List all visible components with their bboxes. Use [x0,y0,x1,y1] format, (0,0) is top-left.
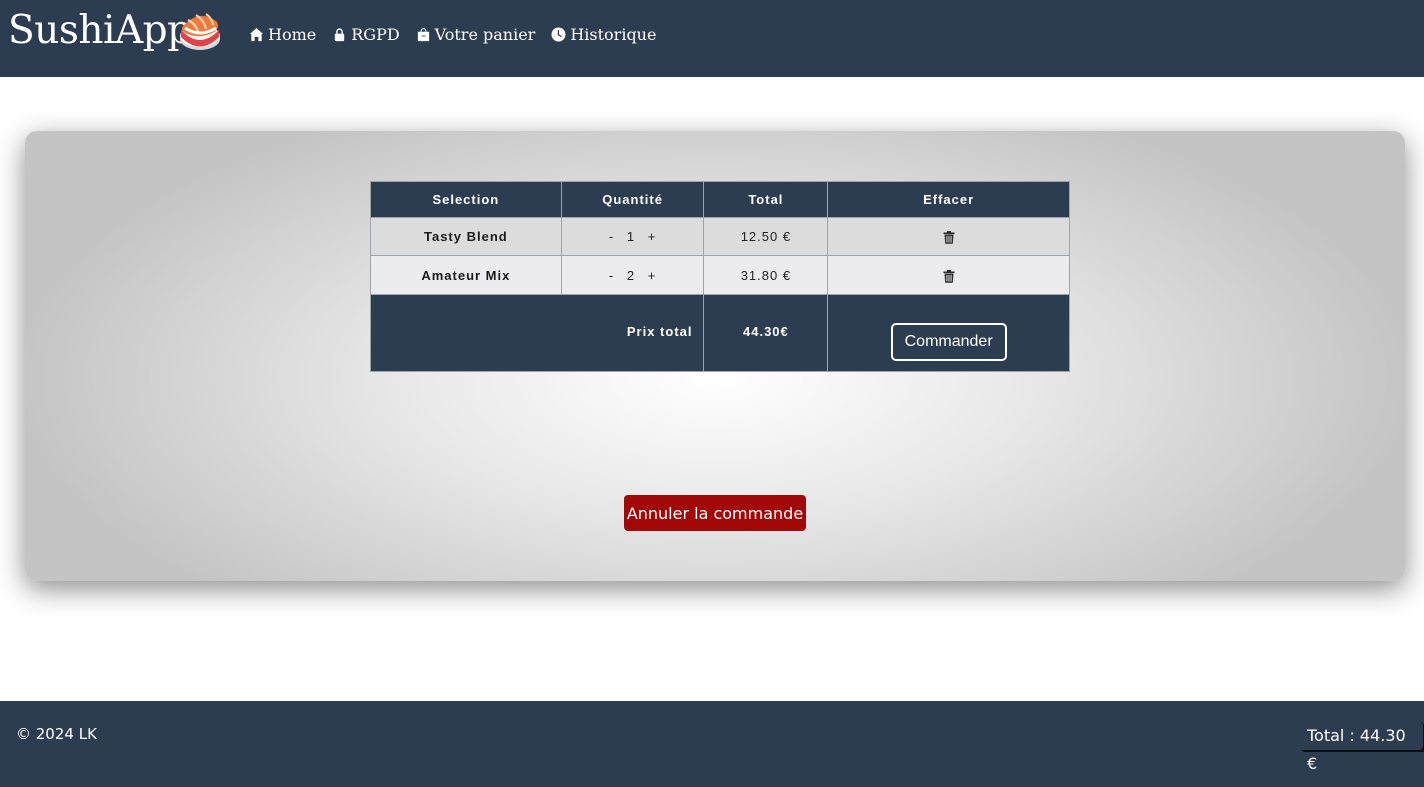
sushi-logo-icon [180,13,220,50]
col-quantity: Quantité [560,181,705,218]
brand-title[interactable]: SushiApp [8,6,192,56]
nav-home[interactable]: Home [249,25,316,44]
item-name: Amateur Mix [370,255,562,295]
increase-quantity-button[interactable]: + [644,268,661,283]
increase-quantity-button[interactable]: + [644,229,661,244]
home-icon [249,27,264,42]
clock-icon [551,27,566,42]
top-navbar: SushiApp Home RGPD Votre panier Historiq… [0,0,1424,77]
nav-home-label: Home [268,25,317,44]
nav-history-label: Historique [570,25,657,44]
total-price-label: Prix total [369,294,705,372]
item-total: 31.80 € [703,255,829,295]
quantity-stepper: - 1 + [560,217,705,256]
delete-cell [827,217,1070,256]
nav-history[interactable]: Historique [551,25,656,44]
col-delete: Effacer [827,181,1070,218]
table-row: Tasty Blend - 1 + 12.50 € [370,217,1070,256]
cart-total-row: Prix total 44.30€ Commander [369,294,1070,372]
nav-cart[interactable]: Votre panier [416,25,536,44]
item-name: Tasty Blend [370,217,562,256]
cart-card: Selection Quantité Total Effacer Tasty B… [25,131,1405,581]
quantity-stepper: - 2 + [560,255,705,295]
quantity-value: 2 [626,267,636,283]
shopping-bag-icon [417,27,429,42]
decrease-quantity-button[interactable]: - [605,229,618,244]
nav-rgpd-label: RGPD [351,25,400,44]
col-total: Total [703,181,829,218]
footer-cart-total[interactable]: Total : 44.30 € [1299,722,1424,773]
cancel-order-button[interactable]: Annuler la commande [624,495,806,531]
delete-cell [827,255,1070,295]
lock-icon [335,28,345,42]
trash-icon[interactable] [943,231,955,244]
order-cell: Commander [827,294,1070,372]
item-total: 12.50 € [703,217,829,256]
total-price-value: 44.30€ [703,294,829,372]
trash-icon[interactable] [943,269,955,283]
cart-table: Selection Quantité Total Effacer Tasty B… [369,181,1070,372]
nav-cart-label: Votre panier [434,25,536,44]
cart-header-row: Selection Quantité Total Effacer [370,181,1070,218]
nav-rgpd[interactable]: RGPD [332,25,400,44]
table-row: Amateur Mix - 2 + 31.80 € [370,255,1070,295]
decrease-quantity-button[interactable]: - [605,268,618,283]
col-selection: Selection [370,181,562,218]
footer: © 2024 LK Total : 44.30 € [0,701,1424,787]
copyright-text: © 2024 LK [16,725,97,743]
order-button[interactable]: Commander [890,323,1007,361]
quantity-value: 1 [626,229,636,244]
main-nav: Home RGPD Votre panier Historique [249,25,672,44]
